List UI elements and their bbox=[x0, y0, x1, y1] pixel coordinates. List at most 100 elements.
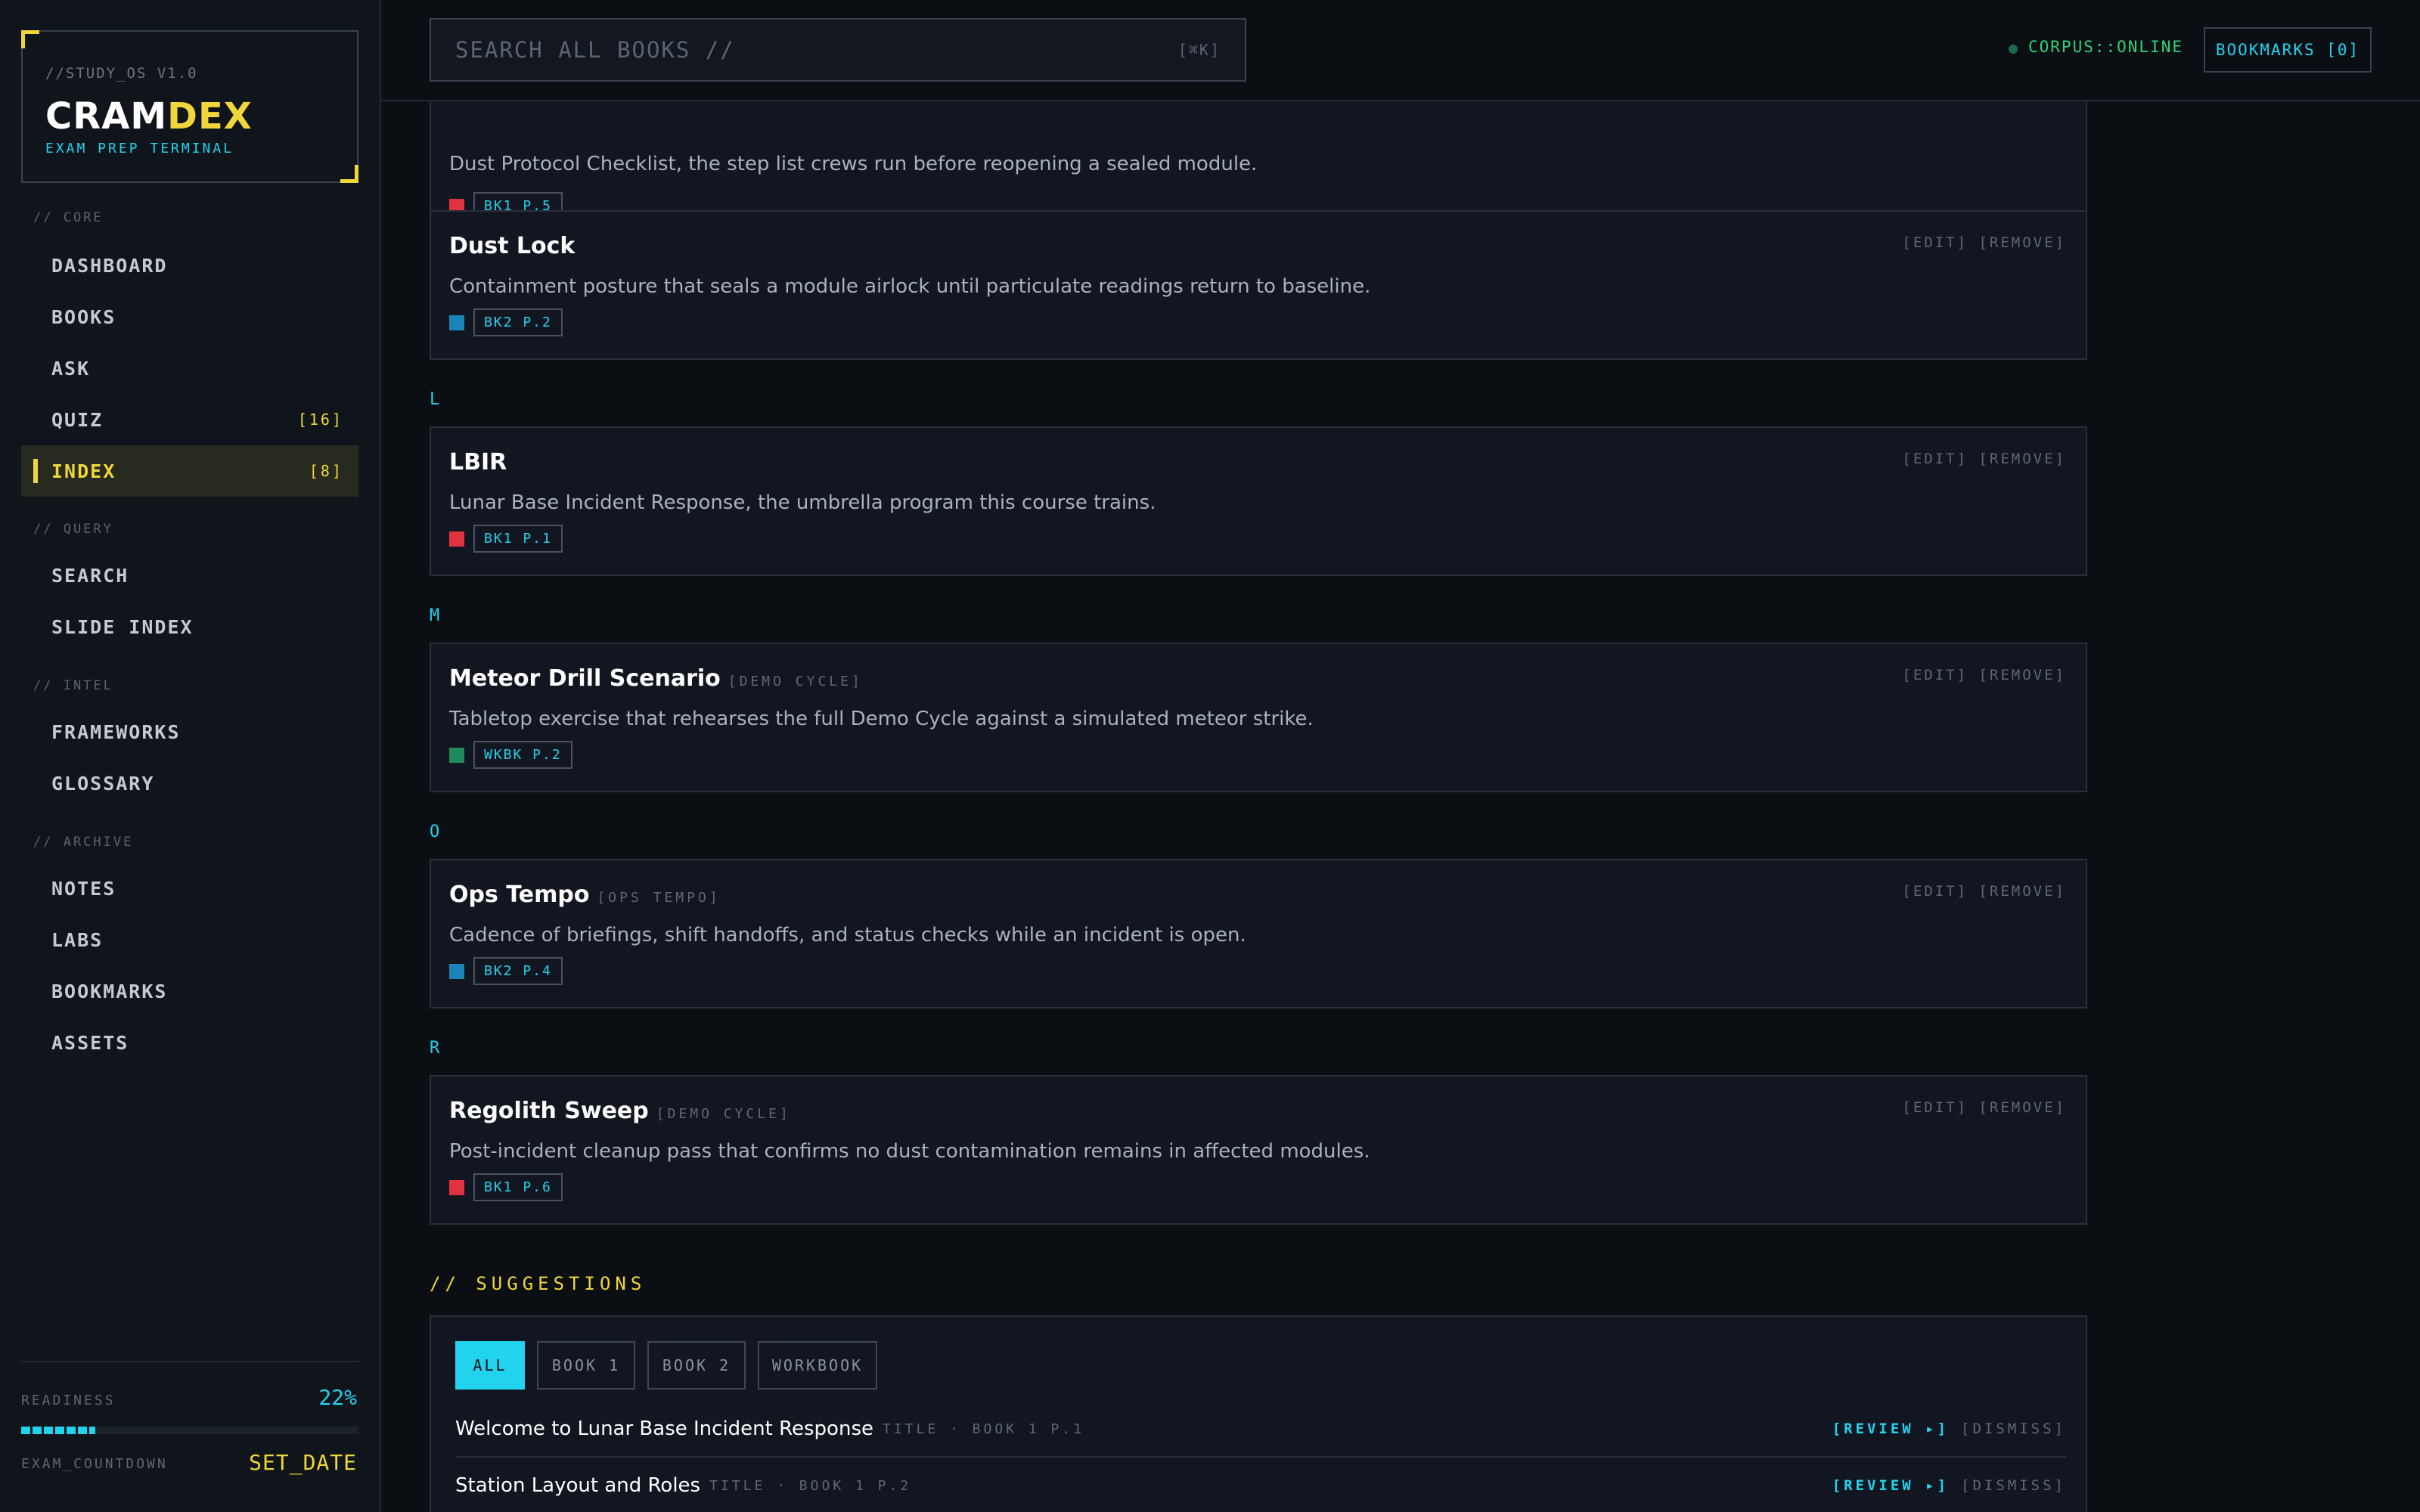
entry-tag: [OPS TEMPO] bbox=[597, 890, 721, 906]
index-content: Dust Protocol Checklist, the step list c… bbox=[381, 101, 2420, 1512]
edit-button[interactable]: [EDIT] bbox=[1902, 1099, 1968, 1116]
readiness-progress-bar bbox=[21, 1427, 358, 1434]
entry-tag: [DEMO CYCLE] bbox=[728, 674, 863, 689]
filter-chip-book-2[interactable]: BOOK 2 bbox=[647, 1341, 746, 1390]
nav-item-assets[interactable]: ASSETS bbox=[21, 1017, 358, 1068]
nav-label: FRAMEWORKS bbox=[51, 720, 181, 743]
nav-item-quiz[interactable]: QUIZ [16] bbox=[21, 394, 358, 445]
nav-item-dashboard[interactable]: DASHBOARD bbox=[21, 240, 358, 291]
nav-label: SEARCH bbox=[51, 564, 129, 587]
entry-definition: Tabletop exercise that rehearses the ful… bbox=[449, 708, 1314, 730]
edit-button[interactable]: [EDIT] bbox=[1902, 234, 1968, 251]
suggestions-panel: ALL BOOK 1 BOOK 2 WORKBOOK Welcome to Lu… bbox=[430, 1315, 2087, 1512]
nav-item-search[interactable]: SEARCH bbox=[21, 550, 358, 601]
nav-label: QUIZ bbox=[51, 408, 104, 431]
remove-button[interactable]: [REMOVE] bbox=[1978, 883, 2066, 900]
corpus-status: CORPUS::ONLINE bbox=[2028, 38, 2184, 56]
nav-item-ask[interactable]: ASK bbox=[21, 342, 358, 394]
book-color-swatch bbox=[449, 1179, 464, 1195]
search-placeholder: SEARCH ALL BOOKS // bbox=[455, 37, 735, 63]
index-entry: Dust Protocol Checklist, the step list c… bbox=[430, 101, 2087, 222]
book-color-swatch bbox=[449, 314, 464, 330]
status-dot-icon bbox=[2009, 45, 2018, 54]
filter-chip-workbook[interactable]: WORKBOOK bbox=[758, 1341, 877, 1390]
remove-button[interactable]: [REMOVE] bbox=[1978, 451, 2066, 467]
suggestion-row: Welcome to Lunar Base Incident Response … bbox=[455, 1402, 2066, 1458]
nav-label: BOOKMARKS bbox=[51, 980, 168, 1002]
nav-item-glossary[interactable]: GLOSSARY bbox=[21, 758, 358, 809]
entry-ref-row: BK1 P.6 bbox=[449, 1173, 563, 1201]
letter-heading: O bbox=[430, 823, 440, 841]
letter-heading: L bbox=[430, 390, 440, 409]
readiness-value: 22% bbox=[318, 1385, 357, 1410]
page-ref-link[interactable]: WKBK P.2 bbox=[473, 741, 572, 769]
filter-chip-book-1[interactable]: BOOK 1 bbox=[537, 1341, 635, 1390]
top-bar: SEARCH ALL BOOKS // [⌘K] CORPUS::ONLINE … bbox=[381, 0, 2420, 101]
remove-button[interactable]: [REMOVE] bbox=[1978, 234, 2066, 251]
index-entry: Regolith Sweep [DEMO CYCLE] [EDIT] [REMOV… bbox=[430, 1075, 2087, 1225]
nav-item-frameworks[interactable]: FRAMEWORKS bbox=[21, 706, 358, 758]
dismiss-button[interactable]: [DISMISS] bbox=[1961, 1421, 2066, 1437]
book-color-swatch bbox=[449, 963, 464, 979]
book-color-swatch bbox=[449, 747, 464, 763]
readiness-label: READINESS bbox=[21, 1393, 116, 1408]
entry-actions: [EDIT] [REMOVE] bbox=[1902, 1099, 2066, 1116]
nav-label: GLOSSARY bbox=[51, 772, 155, 795]
entry-term: Regolith Sweep [DEMO CYCLE] bbox=[449, 1098, 791, 1124]
entry-term: Ops Tempo [OPS TEMPO] bbox=[449, 881, 721, 908]
entry-definition: Containment posture that seals a module … bbox=[449, 275, 1371, 298]
dismiss-button[interactable]: [DISMISS] bbox=[1961, 1477, 2066, 1494]
remove-button[interactable]: [REMOVE] bbox=[1978, 1099, 2066, 1116]
nav-item-bookmarks[interactable]: BOOKMARKS bbox=[21, 965, 358, 1017]
suggestion-meta: TITLE · BOOK 1 P.1 bbox=[882, 1421, 1085, 1437]
nav-label: ASK bbox=[51, 357, 91, 380]
entry-ref-row: BK2 P.2 bbox=[449, 308, 563, 336]
nav-section-intel: // INTEL bbox=[33, 678, 113, 693]
nav-label: NOTES bbox=[51, 877, 116, 900]
index-entry: LBIR [EDIT] [REMOVE] Lunar Base Incident… bbox=[430, 426, 2087, 576]
nav-label: BOOKS bbox=[51, 305, 116, 328]
edit-button[interactable]: [EDIT] bbox=[1902, 451, 1968, 467]
term-text: LBIR bbox=[449, 449, 507, 476]
nav-section-archive: // ARCHIVE bbox=[33, 835, 134, 850]
review-button[interactable]: [REVIEW ▸] bbox=[1832, 1477, 1949, 1494]
sidebar: //STUDY_OS V1.0 CRAMDEX EXAM PREP TERMIN… bbox=[0, 0, 381, 1512]
keyboard-shortcut-hint: [⌘K] bbox=[1177, 41, 1221, 59]
edit-button[interactable]: [EDIT] bbox=[1902, 883, 1968, 900]
nav-label: DASHBOARD bbox=[51, 254, 168, 277]
nav-label: SLIDE INDEX bbox=[51, 615, 194, 638]
letter-heading: R bbox=[430, 1039, 440, 1058]
page-ref-link[interactable]: BK1 P.1 bbox=[473, 525, 563, 553]
page-ref-link[interactable]: BK2 P.4 bbox=[473, 957, 563, 985]
entry-ref-row: WKBK P.2 bbox=[449, 741, 572, 769]
page-ref-link[interactable]: BK2 P.2 bbox=[473, 308, 563, 336]
readiness-progress-fill bbox=[21, 1427, 96, 1434]
entry-term: Meteor Drill Scenario [DEMO CYCLE] bbox=[449, 665, 863, 692]
app-tagline: EXAM PREP TERMINAL bbox=[45, 141, 234, 156]
entry-definition: Lunar Base Incident Response, the umbrel… bbox=[449, 491, 1156, 514]
nav-item-labs[interactable]: LABS bbox=[21, 914, 358, 965]
edit-button[interactable]: [EDIT] bbox=[1902, 667, 1968, 683]
bookmarks-button[interactable]: BOOKMARKS [0] bbox=[2204, 27, 2372, 73]
suggestion-title: Station Layout and Roles bbox=[455, 1474, 701, 1497]
search-input[interactable]: SEARCH ALL BOOKS // [⌘K] bbox=[430, 18, 1246, 82]
entry-actions: [EDIT] [REMOVE] bbox=[1902, 883, 2066, 900]
nav-item-notes[interactable]: NOTES bbox=[21, 863, 358, 914]
suggestion-title: Welcome to Lunar Base Incident Response bbox=[455, 1418, 873, 1440]
entry-term: Dust Lock bbox=[449, 233, 575, 259]
set-date-button[interactable]: SET_DATE bbox=[249, 1450, 357, 1475]
nav-item-slide-index[interactable]: SLIDE INDEX bbox=[21, 601, 358, 652]
suggestion-meta: TITLE · BOOK 1 P.2 bbox=[709, 1477, 912, 1494]
page-ref-link[interactable]: BK1 P.6 bbox=[473, 1173, 563, 1201]
nav-label: LABS bbox=[51, 928, 104, 951]
filter-chip-all[interactable]: ALL bbox=[455, 1341, 525, 1390]
remove-button[interactable]: [REMOVE] bbox=[1978, 667, 2066, 683]
nav-section-core: // CORE bbox=[33, 210, 104, 225]
logo-part-b: DEX bbox=[167, 95, 253, 138]
nav-item-index[interactable]: INDEX [8] bbox=[21, 445, 358, 497]
app-logo: CRAMDEX bbox=[45, 95, 253, 138]
nav-item-books[interactable]: BOOKS bbox=[21, 291, 358, 342]
entry-actions: [EDIT] [REMOVE] bbox=[1902, 451, 2066, 467]
logo-part-a: CRAM bbox=[45, 95, 168, 138]
review-button[interactable]: [REVIEW ▸] bbox=[1832, 1421, 1949, 1437]
